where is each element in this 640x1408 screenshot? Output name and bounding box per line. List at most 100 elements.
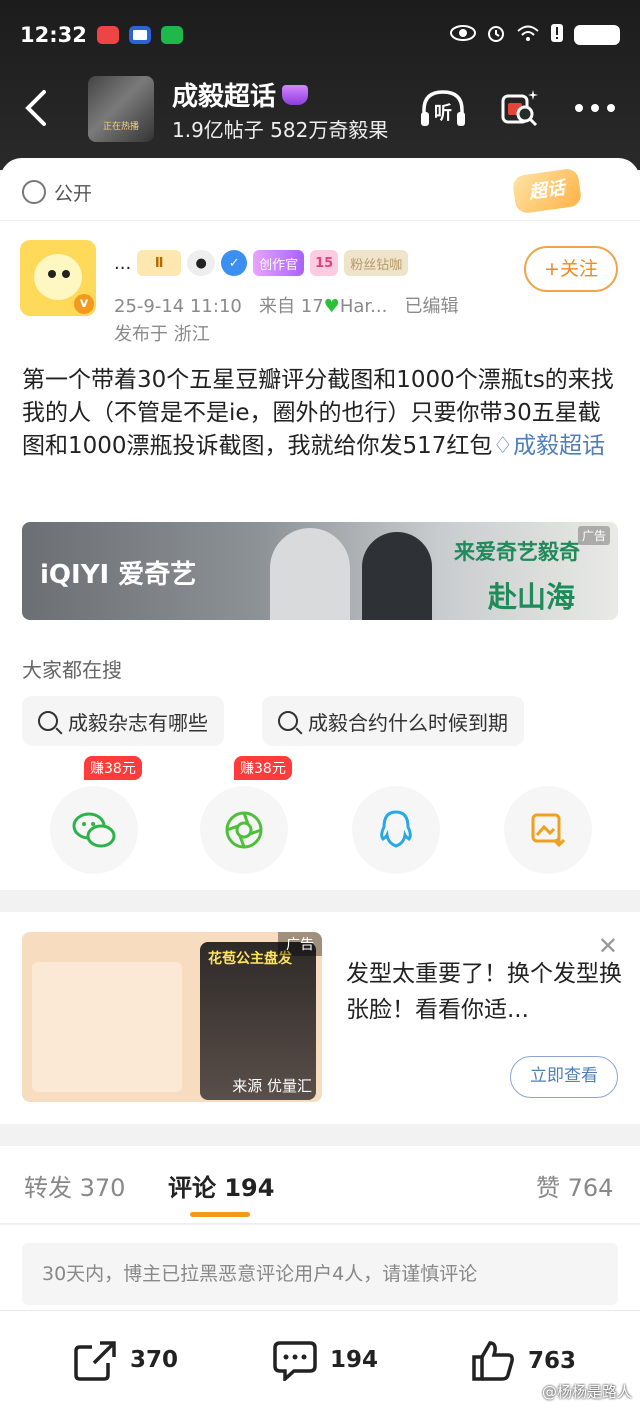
native-ad-card[interactable]: 花苞公主盘发 广告 来源 优量汇 发型太重要了！换个发型换张脸！看看你适... … [0, 912, 640, 1124]
topic-stats: 1.9亿帖子 582万奇毅果 [172, 118, 389, 142]
tab-comment[interactable]: 评论 194 [168, 1168, 274, 1203]
ad-text: 发型太重要了！换个发型换张脸！看看你适... [346, 961, 622, 1023]
save-image-icon [531, 813, 566, 848]
share-row: 赚38元 赚38元 [0, 756, 640, 876]
verified-badge-icon: v [74, 294, 94, 314]
comment-button[interactable]: 194 [272, 1339, 378, 1381]
share-moments-button[interactable]: 赚38元 [200, 756, 292, 874]
tab-comment-label: 评论 [168, 1174, 216, 1202]
notification-app-icon [128, 26, 151, 44]
chaohua-tag[interactable]: 超话 [511, 167, 583, 215]
wifi-icon [516, 24, 540, 47]
alarm-icon [486, 23, 506, 48]
share-qq-button[interactable] [352, 786, 440, 874]
earn-tag: 赚38元 [84, 756, 142, 780]
topic-link-text: 成毅超话 [513, 433, 606, 459]
diamond-badge-icon [282, 84, 309, 105]
diamond-icon: ♢ [492, 433, 514, 459]
trending-search-title: 大家都在搜 [22, 658, 122, 682]
more-button[interactable] [570, 86, 620, 130]
banner-character-image [270, 528, 350, 620]
post-meta: 25-9-14 11:10 来自 17♥Har... 已编辑 [114, 292, 458, 318]
search-suggestion-text: 成毅杂志有哪些 [68, 710, 208, 735]
edited-label: 已编辑 [404, 296, 459, 317]
search-suggestion-chip[interactable]: 成毅杂志有哪些 [22, 696, 224, 746]
status-bar: 12:32 [20, 18, 620, 52]
wechat-notification-icon [160, 26, 183, 44]
post-card: 公开 超话 v ... Ⅱ ● ✓ 创作官 15 粉丝钻咖 +关注 25-9-1… [0, 158, 640, 890]
alert-icon [550, 23, 564, 48]
post-tabs: 转发 370 评论 194 赞 764 [0, 1146, 640, 1224]
iqiyi-ad-banner[interactable]: iQIYI 爱奇艺 来爱奇艺毅奇 赴山海 广告 [22, 522, 618, 620]
topic-link[interactable]: ♢成毅超话 [492, 433, 605, 459]
search-icon [278, 711, 298, 731]
username[interactable]: ... [114, 253, 131, 274]
ad-tag: 广告 [278, 932, 322, 956]
tab-repost-count: 370 [79, 1174, 126, 1202]
more-dots-icon [575, 104, 615, 112]
notification-app-icon [96, 26, 119, 44]
post-body: 第一个带着30个五星豆瓣评分截图和1000个漂瓶ts的来找我的人（不管是不是ie… [22, 364, 622, 463]
headphones-icon: 听 [421, 90, 465, 126]
post-time: 25-9-14 11:10 [114, 296, 242, 317]
post-source-suffix: Har... [339, 296, 388, 317]
shield-badge-icon[interactable]: ✓ [221, 250, 248, 276]
topic-search-button[interactable] [494, 86, 544, 130]
visibility-label: 公开 [54, 182, 93, 205]
avatar-eye [62, 270, 70, 278]
tab-like-label: 赞 [536, 1174, 560, 1202]
chevron-left-icon [25, 90, 46, 126]
banner-slogan-highlight: 毅奇 [538, 540, 580, 564]
post-location: 发布于 浙江 [114, 324, 210, 345]
eye-icon [450, 24, 476, 47]
follow-button[interactable]: +关注 [524, 246, 618, 292]
globe-icon [22, 180, 46, 204]
level-badge[interactable]: 15 [310, 250, 339, 276]
app-header: 12:32 正在热播 成毅超话 1.9亿帖子 582万奇毅果 听 [0, 0, 640, 170]
banner-character-image [362, 532, 432, 620]
search-suggestion-text: 成毅合约什么时候到期 [308, 710, 508, 735]
tab-like[interactable]: 赞 764 [536, 1168, 613, 1203]
ad-cta-button[interactable]: 立即查看 [510, 1056, 618, 1098]
tab-repost[interactable]: 转发 370 [24, 1168, 125, 1203]
thumbs-up-icon [472, 1341, 514, 1381]
avatar-eye [48, 270, 56, 278]
share-wechat-button[interactable]: 赚38元 [50, 756, 142, 874]
close-icon[interactable]: ✕ [598, 932, 618, 960]
fan-badge[interactable]: 粉丝钻咖 [344, 250, 409, 276]
divider [0, 220, 640, 221]
crown-badge-icon[interactable]: Ⅱ [137, 250, 182, 276]
topic-title[interactable]: 成毅超话 [172, 76, 309, 113]
moments-icon [225, 811, 263, 849]
listen-button[interactable]: 听 [418, 86, 468, 130]
battery-icon [574, 25, 620, 45]
creator-badge[interactable]: 创作官 [253, 250, 305, 276]
search-icon [38, 711, 58, 731]
wechat-icon [72, 812, 116, 848]
block-notice: 30天内，博主已拉黑恶意评论用户4人，请谨慎评论 [22, 1243, 618, 1305]
ad-source: 来源 优量汇 [232, 1077, 312, 1095]
topic-title-text: 成毅超话 [172, 82, 277, 112]
avatar[interactable]: v [20, 240, 96, 316]
ad-tag: 广告 [577, 526, 610, 545]
save-image-button[interactable] [504, 786, 592, 874]
tab-like-count: 764 [567, 1174, 614, 1202]
repost-button[interactable]: 370 [72, 1339, 178, 1381]
banner-slogan-prefix: 来爱奇艺 [454, 540, 538, 564]
search-suggestion-chip[interactable]: 成毅合约什么时候到期 [262, 696, 524, 746]
ad-image[interactable]: 花苞公主盘发 广告 来源 优量汇 [22, 932, 322, 1102]
green-heart-icon: ♥ [323, 296, 340, 317]
panda-badge-icon[interactable]: ● [187, 250, 216, 276]
visibility-row: 公开 [22, 176, 92, 208]
watermark: @杨杨是路人 [541, 1383, 632, 1401]
iqiyi-logo: iQIYI 爱奇艺 [40, 560, 197, 590]
listen-label: 听 [434, 102, 452, 124]
search-sparkle-icon [501, 90, 538, 127]
like-button[interactable]: 763 [470, 1339, 576, 1383]
earn-tag: 赚38元 [234, 756, 292, 780]
banner-slogan-line1: 来爱奇艺毅奇 [454, 536, 580, 566]
hairstyle-grid-image [32, 962, 182, 1092]
back-button[interactable] [20, 88, 54, 128]
share-icon [74, 1341, 116, 1381]
topic-cover-image[interactable]: 正在热播 [88, 76, 154, 142]
